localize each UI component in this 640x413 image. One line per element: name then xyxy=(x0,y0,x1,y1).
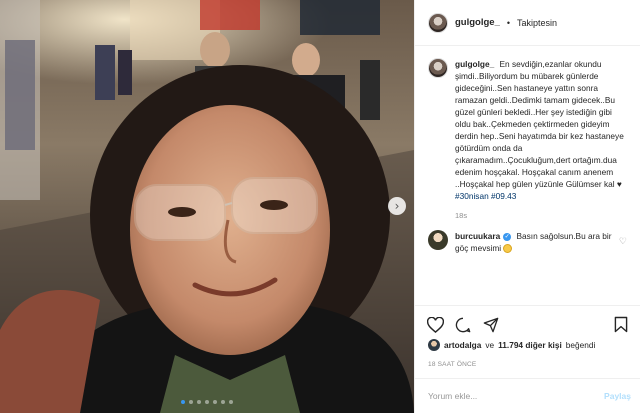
post-comment-button[interactable]: Paylaş xyxy=(604,391,631,401)
post-timestamp[interactable]: 18 SAAT ÖNCE xyxy=(428,361,476,368)
carousel-dot[interactable] xyxy=(197,400,201,404)
caption-timestamp[interactable]: 18s xyxy=(455,211,631,220)
carousel-dots xyxy=(0,400,414,404)
caption-body: En sevdiğin,ezanlar okundu şimdi..Biliyo… xyxy=(455,59,624,189)
verified-badge-icon: ✓ xyxy=(503,232,512,241)
caption: gulgolge_ En sevdiğin,ezanlar okundu şim… xyxy=(428,58,631,202)
first-liker[interactable]: artodalga xyxy=(444,340,481,350)
share-icon[interactable] xyxy=(481,315,501,335)
post-sidebar: gulgolge_ • Takiptesin gulgolge_ En sevd… xyxy=(414,0,640,413)
bookmark-icon[interactable] xyxy=(611,315,631,335)
commenter-avatar[interactable] xyxy=(428,230,448,250)
author-avatar[interactable] xyxy=(428,12,448,33)
likes-count[interactable]: 11.794 diğer kişi xyxy=(498,340,562,350)
carousel-dot[interactable] xyxy=(205,400,209,404)
likes-summary: artodalga ve 11.794 diğer kişi beğendi xyxy=(428,339,595,351)
like-icon[interactable] xyxy=(425,315,445,335)
header-separator: • xyxy=(506,17,511,28)
likes-connector: ve xyxy=(485,340,495,350)
photo-image xyxy=(0,0,414,413)
post-photo[interactable]: › xyxy=(0,0,414,413)
comment-text: burcuukara ✓ Basın sağolsun.Bu ara bir gö… xyxy=(455,230,620,254)
comment-author[interactable]: burcuukara xyxy=(455,231,500,241)
comment-item: burcuukara ✓ Basın sağolsun.Bu ara bir gö… xyxy=(428,230,631,254)
carousel-dot[interactable] xyxy=(229,400,233,404)
likes-suffix: beğendi xyxy=(565,340,596,350)
caption-text: gulgolge_ En sevdiğin,ezanlar okundu şim… xyxy=(455,58,629,202)
add-comment-bar: Paylaş xyxy=(415,378,640,413)
caption-avatar[interactable] xyxy=(428,58,448,78)
post-actions xyxy=(415,305,640,335)
caption-author[interactable]: gulgolge_ xyxy=(455,59,494,69)
liker-avatar[interactable] xyxy=(428,339,440,351)
carousel-dot[interactable] xyxy=(221,400,225,404)
comment-like-icon[interactable]: ♡ xyxy=(619,236,627,247)
comments-section: gulgolge_ En sevdiğin,ezanlar okundu şim… xyxy=(415,58,640,254)
author-username[interactable]: gulgolge_ xyxy=(455,17,500,28)
carousel-dot[interactable] xyxy=(213,400,217,404)
next-photo-button[interactable]: › xyxy=(388,197,406,215)
hashtag-link[interactable]: #09.43 xyxy=(491,191,516,201)
comment-input[interactable] xyxy=(428,391,605,401)
smile-emoji-icon xyxy=(503,244,513,254)
comment-icon[interactable] xyxy=(453,315,473,335)
carousel-dot[interactable] xyxy=(189,400,193,404)
hashtag-link[interactable]: #30nisan xyxy=(455,191,489,201)
post-header: gulgolge_ • Takiptesin xyxy=(415,0,640,46)
follow-status-button[interactable]: Takiptesin xyxy=(517,18,557,28)
carousel-dot[interactable] xyxy=(181,400,185,404)
